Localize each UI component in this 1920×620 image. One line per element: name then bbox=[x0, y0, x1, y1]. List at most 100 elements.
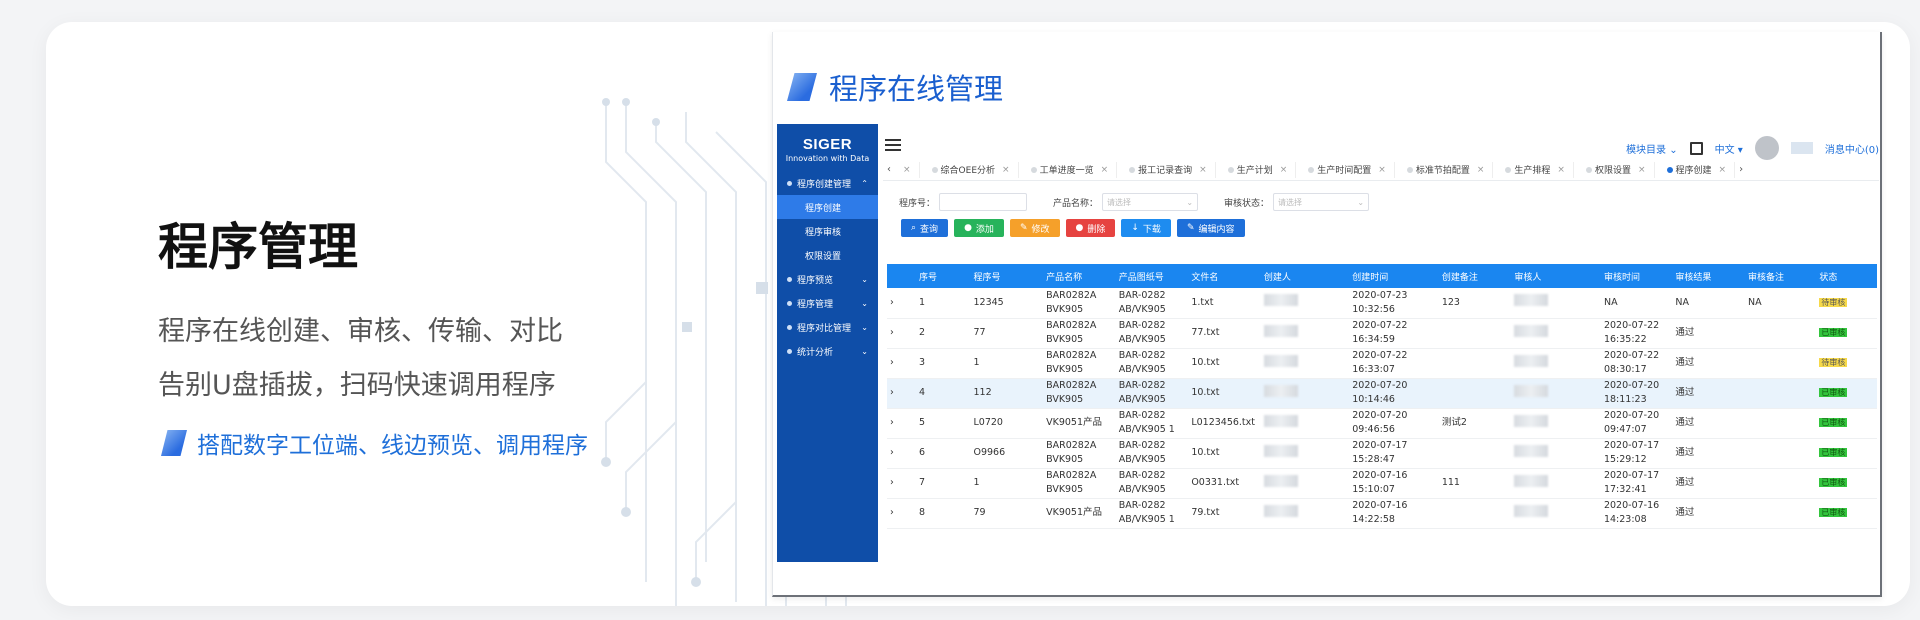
download-icon: ↓ bbox=[1131, 223, 1139, 233]
sidebar: SIGER Innovation with Data 程序创建管理 ⌃ 程序创建 程序… bbox=[777, 124, 878, 562]
action-button[interactable]: ⌕ 查询 bbox=[901, 219, 949, 237]
tab-scroll-right-icon[interactable]: › bbox=[1735, 164, 1747, 175]
program-no-input[interactable] bbox=[939, 193, 1028, 211]
table-row[interactable]: › 2 77 BAR0282A BVK905 BAR-0282 AB/VK905 77.t… bbox=[887, 318, 1877, 349]
app-screenshot: 程序在线管理 SIGER Innovation with Data 程序创建管理… bbox=[772, 32, 1882, 597]
action-button[interactable]: ● 删除 bbox=[1065, 219, 1116, 237]
status-badge: 已审核 bbox=[1819, 388, 1848, 397]
tab[interactable]: 权限设置 × bbox=[1574, 161, 1655, 178]
tab-scroll-left-icon[interactable]: ‹ bbox=[883, 164, 895, 175]
avatar[interactable] bbox=[1754, 136, 1779, 160]
table-row[interactable]: › 7 1 BAR0282A BVK905 BAR-0282 AB/VK905 O0331… bbox=[887, 468, 1877, 499]
action-button[interactable]: ↓ 下载 bbox=[1121, 219, 1171, 237]
close-icon[interactable]: × bbox=[1477, 165, 1485, 175]
product-filter: 产品名称： 请选择 ⌄ bbox=[1053, 193, 1199, 211]
product-select[interactable]: 请选择 ⌄ bbox=[1102, 193, 1199, 211]
tab[interactable]: 工单进度一览 × bbox=[1019, 161, 1118, 178]
expand-row-icon[interactable]: › bbox=[887, 378, 917, 409]
close-icon[interactable]: × bbox=[1101, 165, 1109, 175]
table-row[interactable]: › 1 12345 BAR0282A BVK905 BAR-0282 AB/VK905 1… bbox=[887, 288, 1877, 319]
auditor-name bbox=[1514, 474, 1549, 487]
tab[interactable]: 程序创建 × bbox=[1655, 161, 1736, 178]
expand-row-icon[interactable]: › bbox=[887, 348, 917, 379]
close-icon[interactable]: × bbox=[1199, 165, 1207, 175]
action-buttons: ⌕ 查询 ● 添加 ✎ 修改 ● 删除 ↓ 下载 ✎ 编辑内容 bbox=[901, 219, 1245, 237]
table-row[interactable]: › 5 L0720 VK9051产品 BAR-0282 AB/VK905 1 L01234… bbox=[887, 408, 1877, 439]
table-row[interactable]: › 6 O9966 BAR0282A BVK905 BAR-0282 AB/VK905 1… bbox=[887, 438, 1877, 469]
auditor-name bbox=[1514, 384, 1549, 397]
menu-dot-icon bbox=[787, 324, 792, 330]
edit-icon: ✎ bbox=[1019, 223, 1028, 233]
feature-description: 程序在线创建、审核、传输、对比 告别U盘插拔，扫码快速调用程序 bbox=[158, 305, 678, 413]
plus-icon: ● bbox=[964, 223, 972, 233]
status-badge: 已审核 bbox=[1819, 448, 1848, 457]
sidebar-item[interactable]: 程序对比管理 ⌄ bbox=[777, 315, 878, 339]
screenshot-title: 程序在线管理 bbox=[787, 66, 1003, 108]
sidebar-item[interactable]: 统计分析 ⌄ bbox=[777, 339, 878, 363]
tab[interactable]: 生产排程 × bbox=[1493, 161, 1574, 178]
action-button[interactable]: ● 添加 bbox=[954, 219, 1004, 237]
expand-row-icon[interactable]: › bbox=[887, 468, 917, 499]
language-dropdown[interactable]: 中文 ▾ bbox=[1715, 141, 1743, 156]
tab-dot-icon bbox=[1505, 166, 1512, 173]
top-right-tools: 模块目录 ⌄ 中文 ▾ 消息中心(0) bbox=[1626, 136, 1879, 160]
table-header-cell: 产品图纸号 bbox=[1115, 264, 1189, 288]
tab[interactable]: 标准节拍配置 × bbox=[1395, 161, 1494, 178]
creator-name bbox=[1263, 504, 1298, 517]
creator-name bbox=[1263, 414, 1298, 427]
sidebar-item[interactable]: 程序创建管理 ⌃ bbox=[777, 171, 878, 195]
expand-row-icon[interactable]: › bbox=[887, 288, 917, 319]
slash-badge-icon bbox=[161, 430, 187, 456]
sidebar-item[interactable]: 程序管理 ⌄ bbox=[777, 291, 878, 315]
expand-row-icon[interactable]: › bbox=[887, 318, 917, 349]
chevron-down-icon: ⌄ bbox=[1186, 197, 1194, 207]
table-row[interactable]: › 8 79 VK9051产品 BAR-0282 AB/VK905 1 79.txt 202… bbox=[887, 498, 1877, 529]
expand-row-icon[interactable]: › bbox=[887, 438, 917, 469]
action-button[interactable]: ✎ 编辑内容 bbox=[1176, 219, 1245, 237]
fullscreen-icon[interactable] bbox=[1689, 141, 1703, 155]
close-icon[interactable]: × bbox=[1719, 165, 1727, 175]
program-table: 序号 程序号 产品名称 产品图纸号 文件名 创建人 创建时间 创建备注 审核人 审核时间 审核结果审… bbox=[887, 264, 1877, 529]
close-icon[interactable]: × bbox=[1378, 165, 1386, 175]
description-line: 告别U盘插拔，扫码快速调用程序 bbox=[158, 370, 556, 401]
menu-toggle-icon[interactable] bbox=[885, 139, 901, 154]
close-icon[interactable]: × bbox=[1002, 165, 1010, 175]
table-row[interactable]: › 4 112 BAR0282A BVK905 BAR-0282 AB/VK905 10.… bbox=[887, 378, 1877, 409]
close-icon[interactable]: × bbox=[1280, 165, 1288, 175]
table-row[interactable]: › 3 1 BAR0282A BVK905 BAR-0282 AB/VK905 10.tx… bbox=[887, 348, 1877, 379]
message-center-link[interactable]: 消息中心(0) bbox=[1825, 141, 1879, 156]
sidebar-subitem[interactable]: 权限设置 bbox=[777, 243, 878, 267]
audit-status-label: 审核状态： bbox=[1224, 198, 1270, 209]
close-icon[interactable]: × bbox=[1638, 165, 1646, 175]
status-badge: 待审核 bbox=[1819, 358, 1848, 367]
status-badge: 已审核 bbox=[1819, 478, 1848, 487]
expand-row-icon[interactable]: › bbox=[887, 498, 917, 529]
expand-row-icon[interactable]: › bbox=[887, 408, 917, 439]
menu-dot-icon bbox=[787, 276, 792, 282]
table-header-cell: 文件名 bbox=[1188, 264, 1261, 288]
sidebar-subitem[interactable]: 程序创建 bbox=[777, 195, 878, 219]
status-badge: 已审核 bbox=[1819, 418, 1848, 427]
tab-dot-icon bbox=[931, 166, 938, 173]
tab[interactable]: 综合OEE分析 × bbox=[920, 161, 1019, 178]
audit-status-select[interactable]: 请选择 ⌄ bbox=[1273, 193, 1370, 211]
table-header-cell: 创建人 bbox=[1260, 264, 1350, 288]
close-icon[interactable]: × bbox=[1557, 165, 1565, 175]
sidebar-item[interactable]: 程序预览 ⌄ bbox=[777, 267, 878, 291]
sidebar-subitem[interactable]: 程序审核 bbox=[777, 219, 878, 243]
brand-logo: SIGER Innovation with Data bbox=[777, 124, 878, 163]
tab[interactable]: 生产时间配置 × bbox=[1296, 161, 1395, 178]
tab-dot-icon bbox=[1585, 166, 1592, 173]
auditor-name bbox=[1514, 324, 1549, 337]
module-catalog-dropdown[interactable]: 模块目录 ⌄ bbox=[1626, 141, 1678, 156]
auditor-name bbox=[1514, 444, 1549, 457]
creator-name bbox=[1263, 354, 1298, 367]
table-header-cell: 审核备注 bbox=[1744, 264, 1817, 288]
table-header-cell: 审核结果 bbox=[1672, 264, 1745, 288]
tab[interactable]: 生产计划 × bbox=[1216, 161, 1297, 178]
tab[interactable]: 报工记录查询 × bbox=[1117, 161, 1216, 178]
menu-dot-icon bbox=[787, 300, 792, 306]
top-bar: 模块目录 ⌄ 中文 ▾ 消息中心(0) bbox=[883, 132, 1879, 162]
action-button[interactable]: ✎ 修改 bbox=[1009, 219, 1060, 237]
chevron-down-icon: ⌄ bbox=[861, 346, 868, 356]
